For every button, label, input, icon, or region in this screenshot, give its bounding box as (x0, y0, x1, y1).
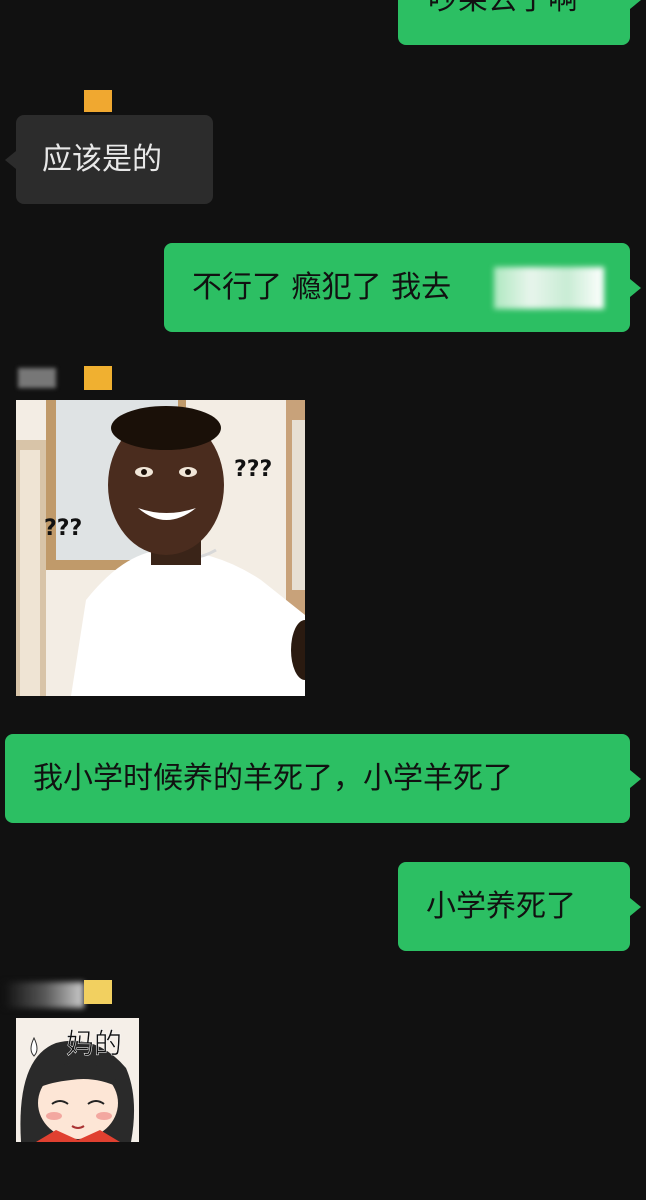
sender-name-tag (84, 366, 112, 390)
outgoing-message-bubble[interactable]: 不行了 瘾犯了 我去 (164, 243, 641, 332)
question-marks-left: ??? (44, 516, 82, 541)
sticker-caption: 妈的 (66, 1027, 123, 1061)
confused-man-sticker[interactable]: ??? ??? (16, 400, 305, 696)
incoming-message-bubble[interactable]: 应该是的 (5, 115, 213, 204)
redaction-blur (494, 267, 604, 309)
question-marks-right: ??? (234, 457, 272, 482)
meme-illustration: ??? ??? (16, 400, 305, 696)
sender-name-blur (18, 368, 56, 388)
message-text: 应该是的 (42, 141, 162, 177)
message-text: 小学养死了 (426, 888, 576, 924)
message-text: 吵架去了啊 (428, 0, 578, 15)
message-text: 我小学时候养的羊死了，小学羊死了 (33, 760, 513, 796)
outgoing-message-bubble[interactable]: 我小学时候养的羊死了，小学羊死了 (5, 734, 641, 823)
sender-name-tag (84, 90, 112, 112)
sender-name-tag (84, 980, 112, 1004)
sender-name-blur (4, 982, 84, 1008)
cartoon-girl-sticker[interactable]: 妈的 (16, 1018, 139, 1142)
outgoing-message-bubble[interactable]: 吵架去了啊 (398, 0, 641, 45)
message-text: 不行了 瘾犯了 我去 (192, 269, 452, 305)
outgoing-message-bubble[interactable]: 小学养死了 (398, 862, 641, 951)
